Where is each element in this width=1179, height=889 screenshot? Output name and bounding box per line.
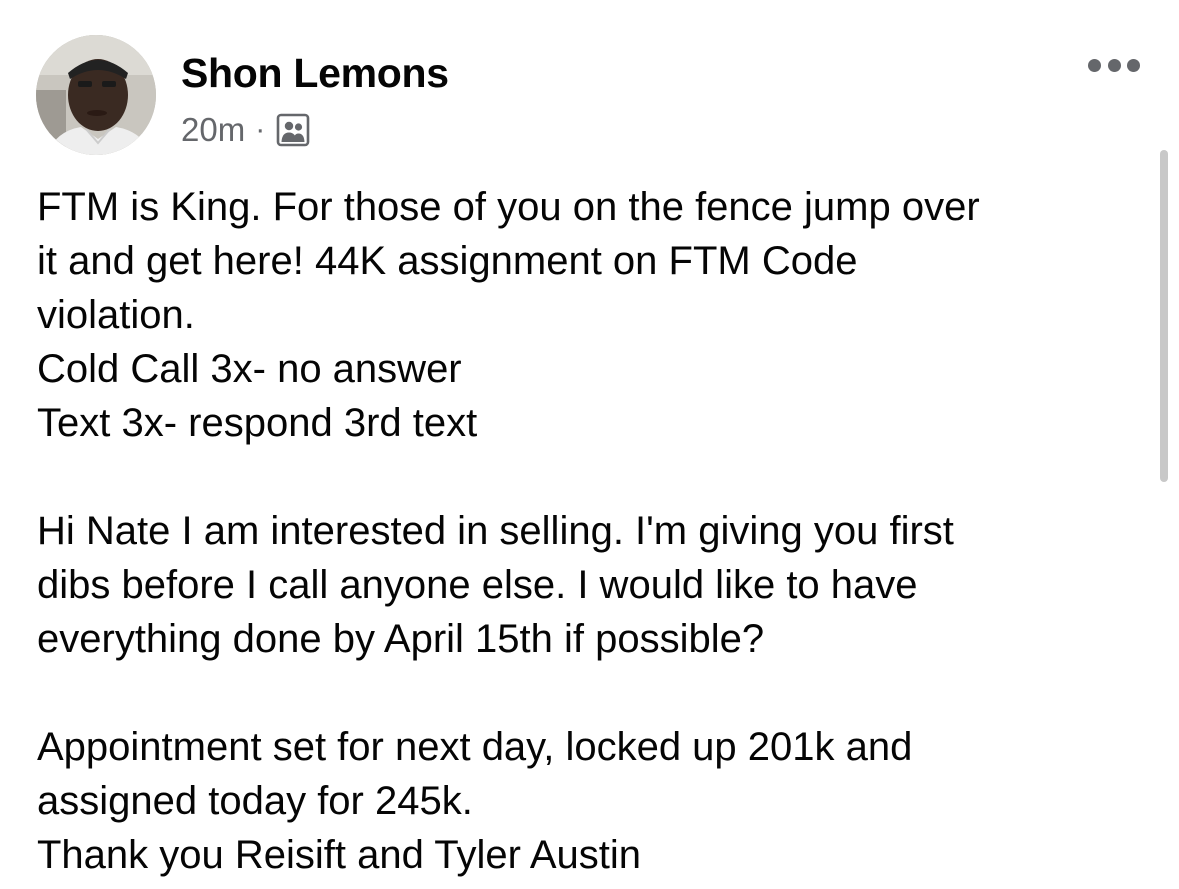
post-text-blank-line — [37, 666, 1147, 720]
author-avatar[interactable] — [36, 35, 156, 155]
post-meta: 20m · — [181, 110, 311, 150]
post-text-line: Appointment set for next day, locked up … — [37, 725, 913, 769]
post-text-line: Cold Call 3x- no answer — [37, 347, 462, 391]
post-text-line: violation. — [37, 293, 195, 337]
meta-separator: · — [255, 113, 266, 146]
scrollbar[interactable] — [1160, 150, 1168, 482]
post-text-line: Thank you Reisift and Tyler Austin — [37, 833, 642, 877]
post-text-line: dibs before I call anyone else. I would … — [37, 563, 918, 607]
post-card: Shon Lemons 20m · FTM is King. For those… — [0, 0, 1179, 889]
author-name[interactable]: Shon Lemons — [181, 50, 449, 97]
post-text-line: Text 3x- respond 3rd text — [37, 401, 478, 445]
post-text-line: it and get here! 44K assignment on FTM C… — [37, 239, 858, 283]
more-dot — [1107, 58, 1121, 72]
avatar-photo — [36, 35, 156, 155]
post-text-line: FTM is King. For those of you on the fen… — [37, 185, 980, 229]
post-body: FTM is King. For those of you on the fen… — [37, 180, 1147, 882]
more-dot — [1127, 58, 1140, 72]
post-text-line: everything done by April 15th if possibl… — [37, 617, 765, 661]
group-icon — [275, 112, 311, 148]
post-text-line: assigned today for 245k. — [37, 779, 473, 823]
post-text-blank-line — [37, 450, 1147, 504]
more-options-icon[interactable] — [1088, 52, 1140, 78]
post-timestamp[interactable]: 20m — [181, 111, 245, 149]
more-dot — [1088, 58, 1101, 72]
post-text-line: Hi Nate I am interested in selling. I'm … — [37, 509, 954, 553]
